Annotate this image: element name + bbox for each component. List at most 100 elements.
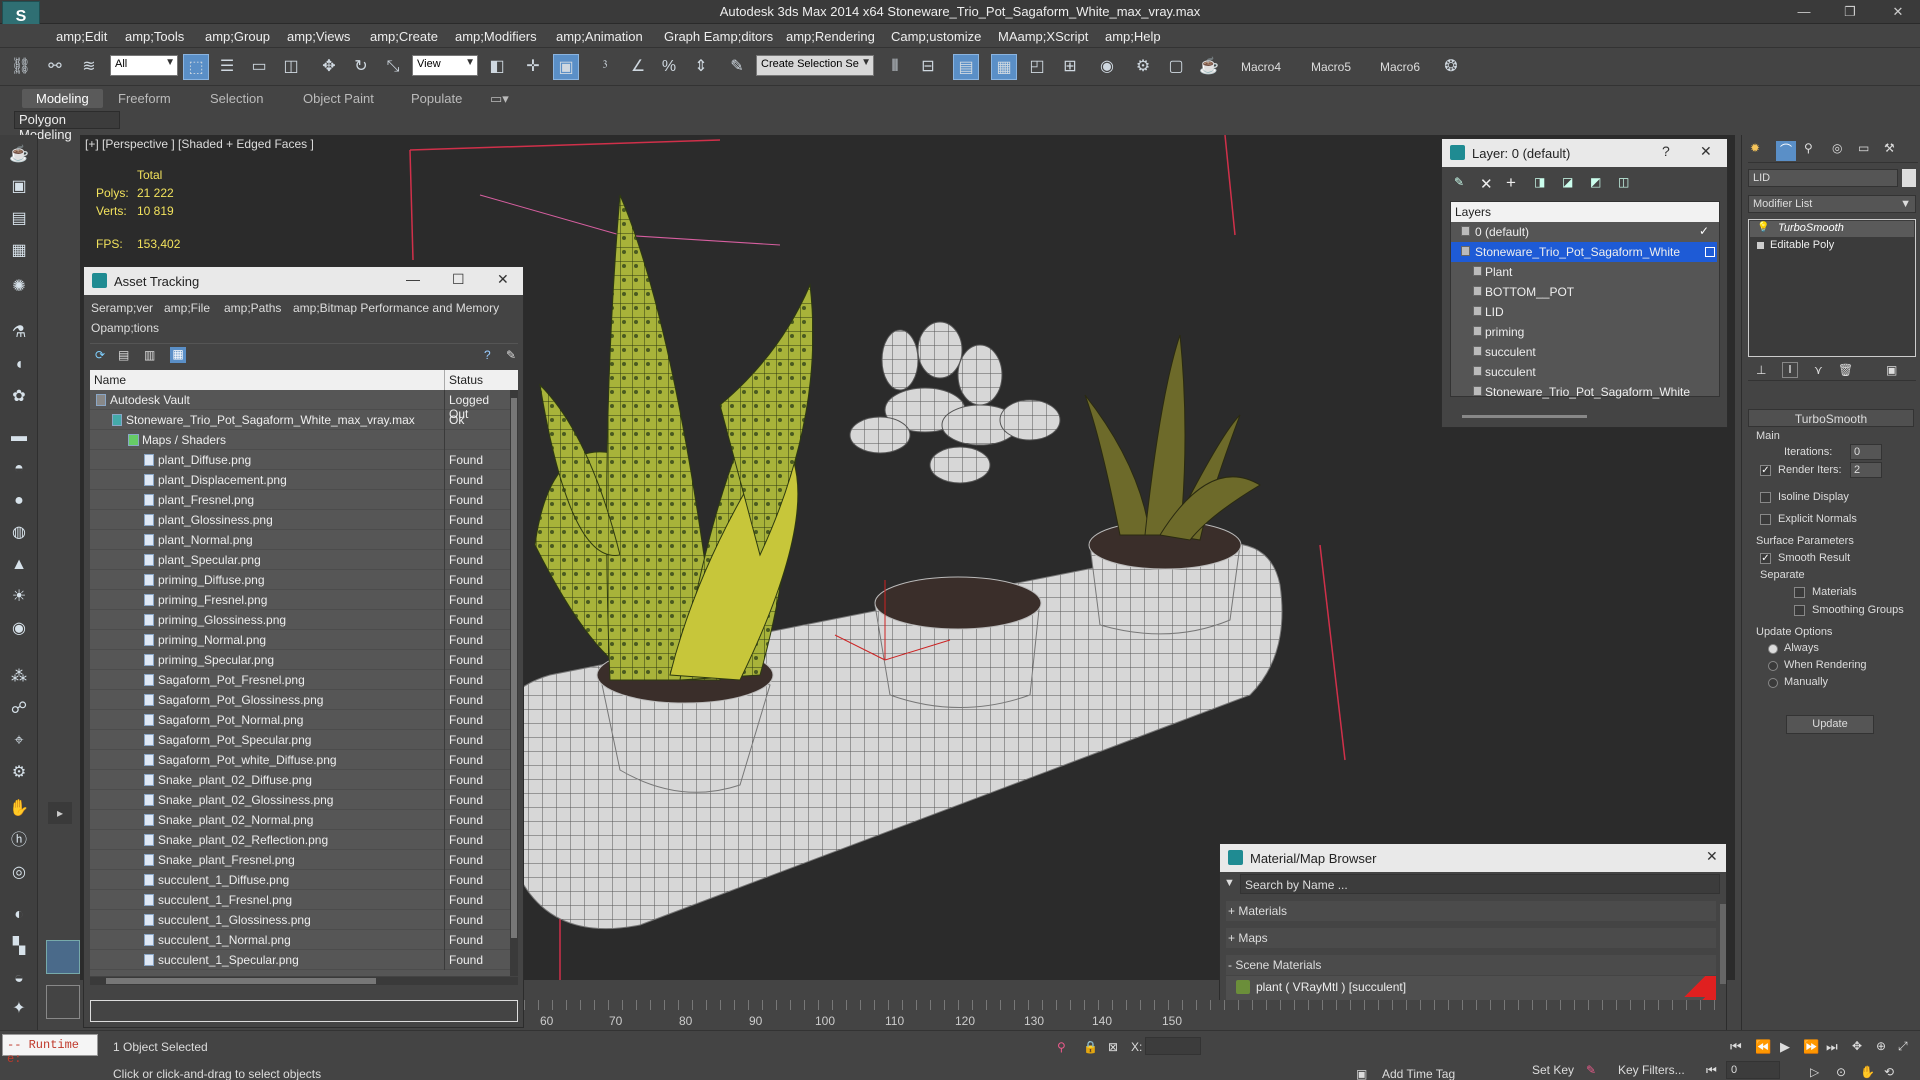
asset-row[interactable]: Snake_plant_02_Normal.png Found: [90, 810, 510, 830]
asset-row[interactable]: Autodesk Vault Logged Out: [90, 390, 510, 421]
make-unique-icon[interactable]: ⋎: [1814, 363, 1823, 377]
viewport-layout-icon[interactable]: [46, 940, 80, 974]
sphere-icon[interactable]: ●: [7, 489, 31, 513]
asset-menu-paths[interactable]: amp;Paths: [224, 301, 281, 315]
layer-object-row[interactable]: succulent: [1451, 342, 1717, 362]
layer-scrollbar[interactable]: [1462, 415, 1587, 418]
isoline-checkbox[interactable]: [1760, 492, 1771, 503]
field-of-view-icon[interactable]: ▷: [1810, 1065, 1819, 1079]
zoom-extents-icon[interactable]: ✥: [1852, 1039, 1862, 1053]
sun-icon[interactable]: ☀: [7, 585, 31, 609]
asset-row[interactable]: succulent_1_Glossiness.png Found: [90, 910, 510, 930]
box-icon[interactable]: ▬: [7, 425, 31, 449]
motion-tab-icon[interactable]: ◎: [1832, 141, 1842, 155]
menu-edit[interactable]: amp;Edit: [56, 29, 107, 44]
restore-icon[interactable]: ☐: [452, 271, 465, 288]
render-setup-icon[interactable]: ⚙: [1130, 54, 1156, 80]
object-color-swatch[interactable]: [1902, 169, 1916, 187]
asset-row[interactable]: Snake_plant_02_Glossiness.png Found: [90, 790, 510, 810]
pivot-center-icon[interactable]: ◧: [484, 54, 510, 80]
stack-item-turbosmooth[interactable]: TurboSmooth: [1750, 221, 1914, 237]
reference-coord-dropdown[interactable]: View ▼: [412, 55, 478, 76]
material-browser-titlebar[interactable]: Material/Map Browser ✕: [1220, 844, 1726, 872]
list-view-icon[interactable]: ▤: [118, 348, 129, 362]
freeze-layer-icon[interactable]: ◫: [1618, 175, 1629, 189]
rotate-icon[interactable]: ↻: [348, 54, 374, 80]
layer-row[interactable]: Stoneware_Trio_Pot_Sagaform_White: [1451, 242, 1717, 262]
asset-row[interactable]: Snake_plant_02_Reflection.png Found: [90, 830, 510, 850]
disc-icon[interactable]: ◉: [7, 617, 31, 641]
asset-row[interactable]: succulent_1_Diffuse.png Found: [90, 870, 510, 890]
object-name-field[interactable]: LID: [1748, 169, 1898, 187]
active-layer-check-icon[interactable]: ✓: [1699, 224, 1709, 238]
layer-object-row[interactable]: BOTTOM__POT: [1451, 282, 1717, 302]
render-icon[interactable]: ▣: [7, 175, 31, 199]
restore-icon[interactable]: ❐: [1836, 2, 1864, 22]
asset-tracking-titlebar[interactable]: Asset Tracking — ☐ ✕: [84, 267, 523, 295]
asset-row[interactable]: Stoneware_Trio_Pot_Sagaform_White_max_vr…: [90, 410, 510, 430]
remove-modifier-icon[interactable]: 🗑: [1838, 363, 1853, 377]
iterations-spinner[interactable]: 0: [1850, 444, 1882, 460]
link-icon[interactable]: ⛓: [8, 54, 34, 80]
menu-maxscript[interactable]: MAamp;XScript: [998, 29, 1088, 44]
snaps-toggle-icon[interactable]: ⁳: [592, 54, 618, 80]
edit-named-selection-icon[interactable]: ✎: [724, 54, 750, 80]
add-time-tag-button[interactable]: Add Time Tag: [1382, 1067, 1455, 1080]
maximize-viewport-icon[interactable]: ⤢: [1898, 1039, 1908, 1054]
keyboard-shortcut-toggle-icon[interactable]: ▣: [553, 54, 579, 80]
tab-freeform[interactable]: Freeform: [118, 91, 171, 106]
mirror-icon[interactable]: ⫴: [882, 54, 908, 80]
key-icon[interactable]: ✎: [1586, 1063, 1596, 1077]
select-by-name-icon[interactable]: ☰: [214, 54, 240, 80]
key-filters-button[interactable]: Key Filters...: [1618, 1063, 1685, 1077]
menu-customize[interactable]: Camp;ustomize: [891, 29, 981, 44]
camera-icon[interactable]: ⌖: [7, 729, 31, 753]
asset-row[interactable]: priming_Normal.png Found: [90, 630, 510, 650]
angle-snap-icon[interactable]: ∠: [625, 54, 651, 80]
layer-object-row[interactable]: Plant: [1451, 262, 1717, 282]
play-icon[interactable]: ▶: [1780, 1039, 1790, 1055]
browser-options-icon[interactable]: ▼: [1224, 877, 1235, 889]
column-status[interactable]: Status: [449, 373, 483, 387]
viewport-label[interactable]: [+] [Perspective ] [Shaded + Edged Faces…: [85, 137, 314, 151]
sound-icon[interactable]: ◖: [7, 353, 31, 377]
hand-icon[interactable]: ✋: [7, 797, 31, 821]
expand-right-icon[interactable]: ▸: [48, 802, 72, 824]
menu-group[interactable]: amp;Group: [205, 29, 270, 44]
grid-view-icon[interactable]: ▦: [170, 347, 186, 363]
render-iters-spinner[interactable]: 2: [1850, 462, 1882, 478]
curve-editor-icon[interactable]: ◰: [1024, 54, 1050, 80]
select-layer-icon[interactable]: ◨: [1534, 175, 1545, 189]
menu-views[interactable]: amp;Views: [287, 29, 350, 44]
menu-modifiers[interactable]: amp;Modifiers: [455, 29, 537, 44]
scene-material-item[interactable]: plant ( VRayMtl ) [succulent]: [1226, 976, 1716, 998]
asset-row[interactable]: plant_Glossiness.png Found: [90, 510, 510, 530]
shell-icon[interactable]: ◍: [7, 521, 31, 545]
cone-icon[interactable]: ▲: [7, 553, 31, 577]
macro5-button[interactable]: Macro5: [1311, 60, 1351, 74]
when-rendering-radio[interactable]: [1768, 661, 1778, 671]
asset-scrollbar[interactable]: [510, 390, 518, 976]
always-radio[interactable]: [1768, 644, 1778, 654]
close-icon[interactable]: ✕: [497, 271, 509, 288]
delete-layer-icon[interactable]: ✕: [1480, 175, 1493, 193]
minimize-icon[interactable]: —: [1790, 2, 1818, 22]
quad-layout-icon[interactable]: [46, 985, 80, 1019]
current-frame-field[interactable]: 0: [1726, 1061, 1780, 1079]
layer-object-row[interactable]: succulent: [1451, 362, 1717, 382]
move-icon[interactable]: ✥: [316, 54, 342, 80]
lock-icon[interactable]: 🔒: [1083, 1040, 1098, 1054]
asset-row[interactable]: Sagaform_Pot_Normal.png Found: [90, 710, 510, 730]
layer-object-row[interactable]: priming: [1451, 322, 1717, 342]
select-object-icon[interactable]: ⬚: [183, 54, 209, 80]
minimize-icon[interactable]: —: [406, 271, 420, 287]
close-icon[interactable]: ✕: [1706, 848, 1718, 865]
asset-row[interactable]: Sagaform_Pot_Specular.png Found: [90, 730, 510, 750]
scatter-icon[interactable]: ⁂: [7, 665, 31, 689]
column-name[interactable]: Name: [94, 373, 126, 387]
material-editor-icon[interactable]: ◉: [1094, 54, 1120, 80]
lightbulb-icon[interactable]: 💡: [1757, 222, 1769, 233]
rendered-frame-icon[interactable]: ▢: [1163, 54, 1189, 80]
modify-tab-icon[interactable]: ⌒: [1776, 141, 1796, 161]
go-to-start-icon[interactable]: ⏮: [1730, 1039, 1742, 1055]
